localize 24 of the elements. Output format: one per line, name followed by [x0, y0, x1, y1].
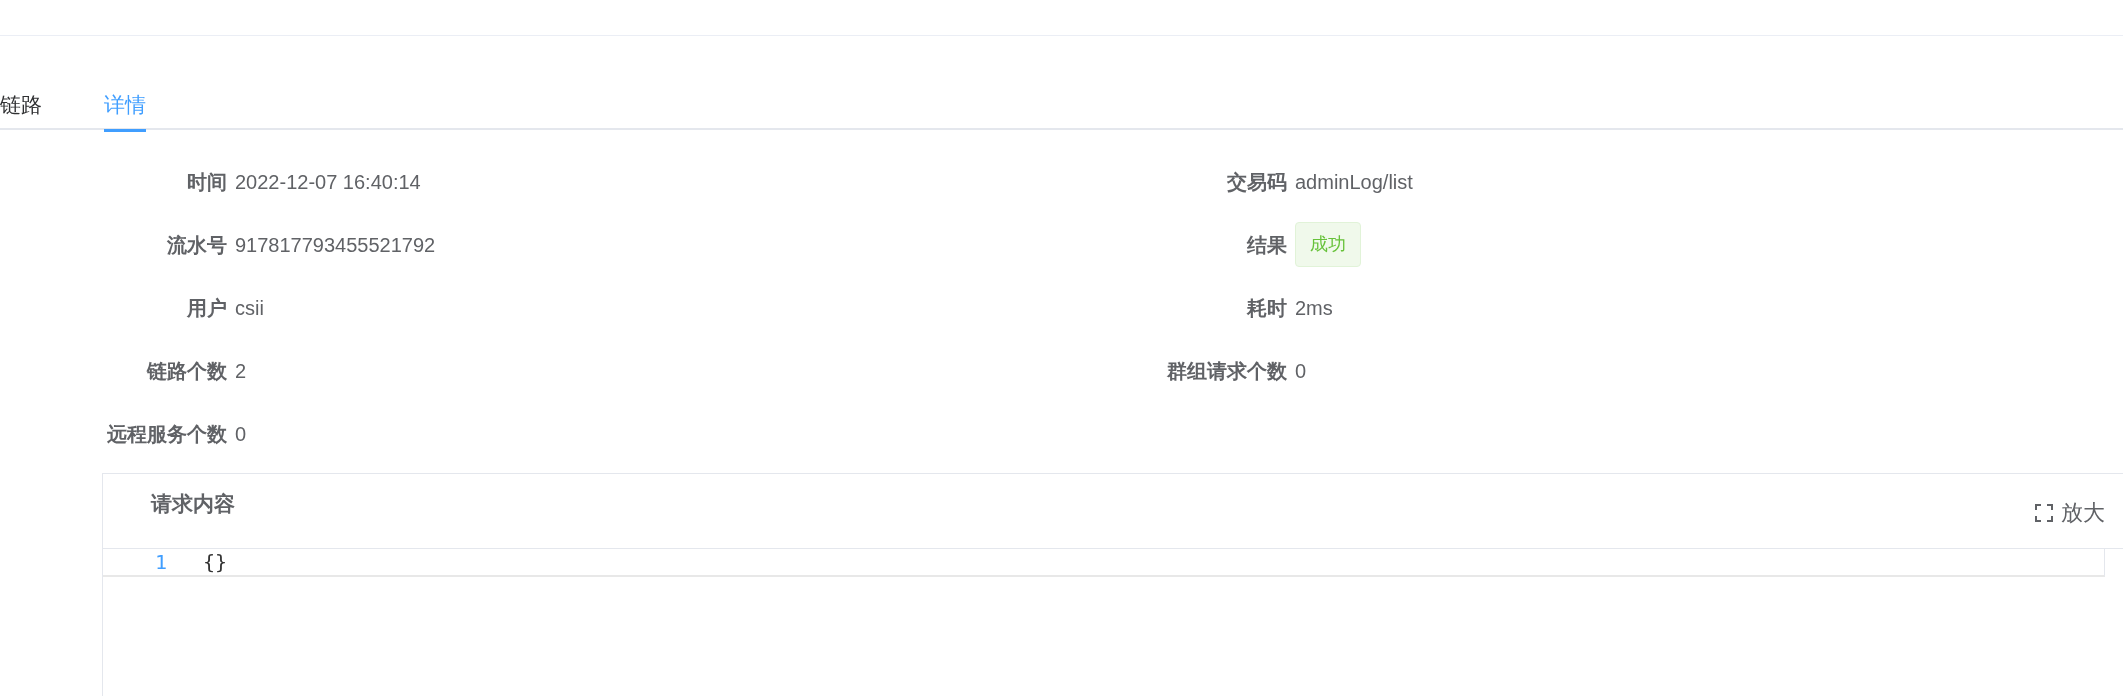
field-value: 917817793455521792	[235, 232, 436, 258]
field-label: 群组请求个数	[1166, 358, 1288, 384]
field-value: adminLog/list	[1295, 169, 1413, 195]
field-value: 2ms	[1295, 295, 1333, 321]
field-label: 时间	[186, 169, 228, 195]
field-label: 链路个数	[145, 358, 228, 384]
status-tag: 成功	[1295, 222, 1361, 267]
field-label: 耗时	[1245, 295, 1288, 321]
field-value: 0	[235, 421, 247, 447]
field-label: 用户	[186, 295, 228, 321]
line-number: 1	[153, 549, 168, 576]
field-value: 0	[1295, 358, 1307, 384]
field-label: 流水号	[166, 232, 228, 258]
code-text: {}	[203, 549, 228, 576]
field-value: 2	[235, 358, 247, 384]
field-label: 结果	[1245, 232, 1288, 258]
field-value: csii	[235, 295, 264, 321]
tab[interactable]: 链路	[0, 80, 42, 130]
panel-title: 请求内容	[151, 491, 235, 517]
fullscreen-icon	[2035, 503, 2053, 522]
field-label: 交易码	[1226, 169, 1288, 195]
field-value: 2022-12-07 16:40:14	[235, 169, 421, 195]
expand-button[interactable]: 放大	[2035, 496, 2105, 529]
field-label: 远程服务个数	[106, 421, 228, 447]
